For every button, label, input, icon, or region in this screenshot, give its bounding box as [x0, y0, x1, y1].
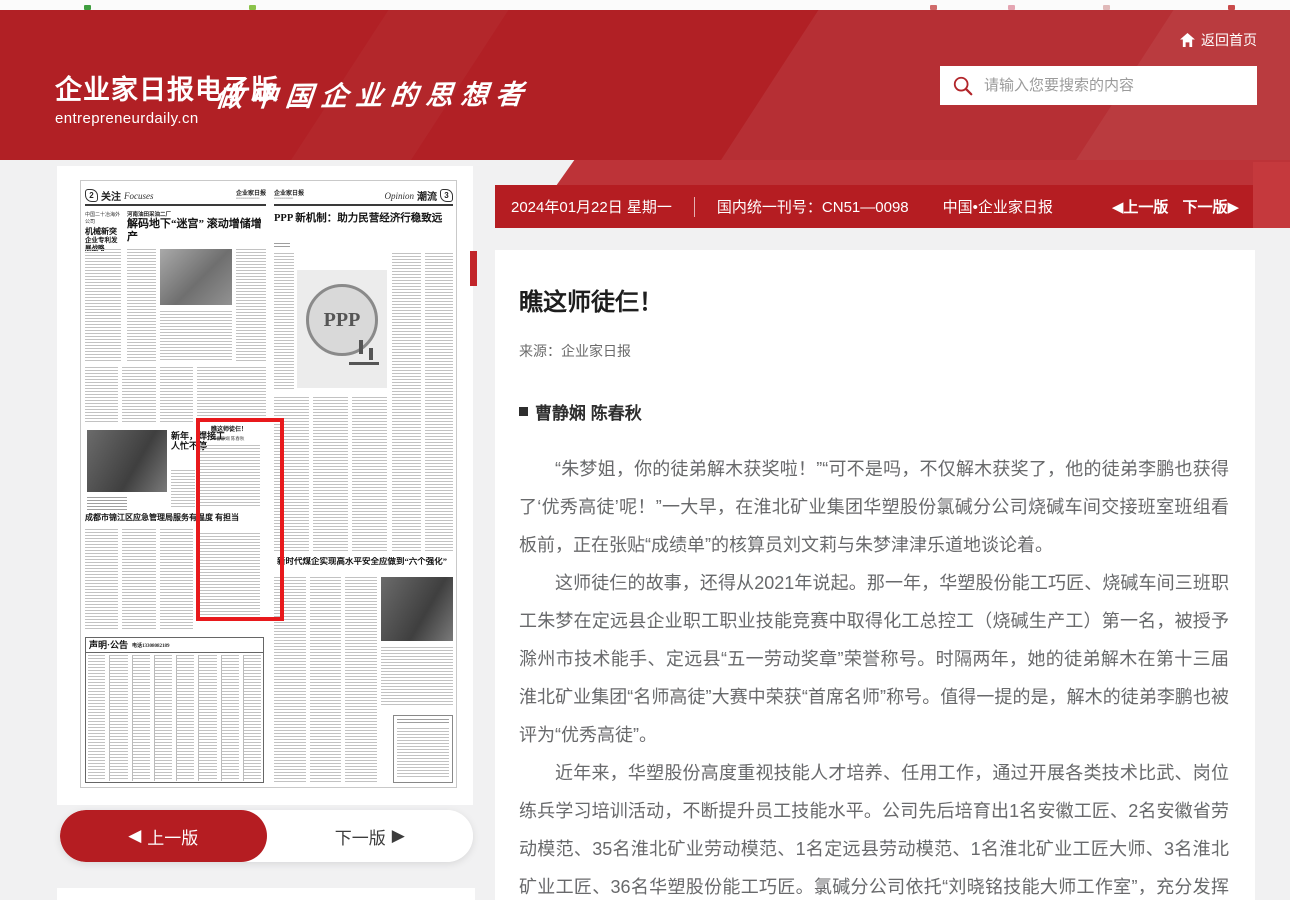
home-link[interactable]: 返回首页: [1180, 30, 1257, 50]
ppp-illustration: PPP: [297, 270, 387, 388]
prev-page-label: 上一版: [1123, 199, 1168, 216]
masthead: 企业家日报▪▪▪▪▪▪▪▪▪▪▪▪▪▪▪▪▪▪▪▪▪▪: [236, 191, 266, 201]
section-title: 潮流: [417, 188, 437, 203]
welding-photo: [87, 430, 167, 492]
text-column: [127, 249, 156, 361]
text-columns: [274, 397, 387, 551]
author-names: 曹静娴 陈春秋: [535, 399, 642, 424]
article-body: “朱梦姐，你的徒弟解木获奖啦！”“可不是吗，不仅解木获奖了，他的徒弟李鹏也获得了…: [519, 450, 1229, 900]
train-photo: [381, 577, 453, 641]
next-page-label: 下一版: [1182, 199, 1227, 216]
date-bar: 2024年01月22日 星期一 国内统一刊号：CN51—0098 中国•企业家日…: [495, 185, 1253, 228]
next-page-button[interactable]: 下一版 ▶: [267, 810, 474, 862]
text-column: [171, 470, 195, 508]
article-title: 瞧这师徒仨！: [519, 282, 1229, 317]
section-title: 关注: [101, 188, 121, 203]
figure-silhouette: [359, 340, 363, 354]
notice-phone: 电话13308082189: [132, 642, 170, 649]
article-paragraph: 这师徒仨的故事，还得从2021年说起。那一年，华塑股份能工巧匠、烧碱车间三班职工…: [519, 564, 1229, 754]
next-page-icon: ▶: [392, 826, 405, 846]
masthead: 企业家日报▪▪▪▪▪▪▪▪▪▪▪▪▪▪▪▪▪▪: [274, 191, 304, 201]
site-header: 企业家日报电子版 entrepreneurdaily.cn 做中国企业的思想者 …: [0, 10, 1290, 160]
browser-strip: [0, 0, 1290, 10]
favicon-mark: [1228, 5, 1235, 10]
notice-box: 声明·公告 电话13308082189: [85, 637, 264, 783]
site-slogan: 做中国企业的思想者: [214, 73, 533, 115]
small-headline: [87, 497, 127, 511]
next-page-icon: ▶: [1227, 199, 1239, 216]
text-columns: [392, 253, 453, 551]
section-title-en: Focuses: [124, 191, 154, 201]
article-highlight-box[interactable]: [196, 418, 284, 621]
favicon-mark: [1103, 5, 1110, 10]
favicon-mark: [249, 5, 256, 10]
figure-silhouette: [349, 362, 379, 365]
article-source: 来源：企业家日报: [519, 341, 1229, 361]
search-input[interactable]: [984, 77, 1245, 94]
page-number-badge: 3: [440, 189, 453, 202]
article-paragraph: “朱梦姐，你的徒弟解木获奖啦！”“可不是吗，不仅解木获奖了，他的徒弟李鹏也获得了…: [519, 450, 1229, 564]
article-panel: 瞧这师徒仨！ 来源：企业家日报 曹静娴 陈春秋 “朱梦姐，你的徒弟解木获奖啦！”…: [495, 250, 1255, 900]
prev-page-button-label: 上一版: [147, 824, 198, 849]
home-link-label: 返回首页: [1201, 30, 1257, 50]
thumbnail-page-3: 企业家日报▪▪▪▪▪▪▪▪▪▪▪▪▪▪▪▪▪▪ Opinion 潮流 3 PPP…: [274, 185, 453, 783]
news-photo: [160, 249, 232, 305]
headline: PPP 新机制：助力民营经济行稳致远: [274, 213, 453, 225]
text-column: [197, 367, 266, 419]
issue-number: 国内统一刊号：CN51—0098: [717, 196, 909, 217]
text-column: [160, 311, 232, 361]
page-pager: ◀ 上一版 下一版 ▶: [60, 810, 473, 862]
favicon-mark: [84, 5, 91, 10]
separator: [694, 197, 695, 217]
header-corner-band: [556, 160, 1290, 186]
article-paragraph: 近年来，华塑股份高度重视技能人才培养、任用工作，通过开展各类技术比武、岗位练兵学…: [519, 754, 1229, 900]
page-preview-panel: 2 关注 Focuses 企业家日报▪▪▪▪▪▪▪▪▪▪▪▪▪▪▪▪▪▪▪▪▪▪…: [57, 166, 473, 805]
text-column: [85, 249, 121, 361]
ppp-coin: PPP: [306, 284, 378, 356]
page-number-badge: 2: [85, 189, 98, 202]
kicker: 河南油田采油二厂: [127, 210, 265, 218]
low-headline: 新时代煤企实现高水平安全应做到“六个强化”: [277, 557, 453, 567]
figure-silhouette: [369, 348, 373, 360]
text-column: [274, 253, 294, 391]
classified-columns: [88, 655, 261, 781]
headline: 解码地下“迷宫” 滚动增储增产: [127, 218, 266, 243]
newspaper-thumbnail[interactable]: 2 关注 Focuses 企业家日报▪▪▪▪▪▪▪▪▪▪▪▪▪▪▪▪▪▪▪▪▪▪…: [80, 180, 457, 788]
prev-page-link[interactable]: ◀上一版: [1112, 196, 1169, 217]
text-column: [381, 647, 453, 707]
section-title-en: Opinion: [384, 191, 414, 201]
favicon-mark: [930, 5, 937, 10]
article-authors: 曹静娴 陈春秋: [519, 399, 1229, 424]
text-columns: [85, 367, 193, 423]
side-article: 中国二十冶海外公司 机械新突 企业专利发展战略: [85, 211, 121, 252]
secondary-panel: [57, 888, 475, 900]
next-page-link[interactable]: 下一版▶: [1182, 196, 1239, 217]
author-bullet: [519, 407, 528, 416]
byline: [274, 243, 290, 248]
notice-title: 声明·公告: [89, 640, 128, 650]
paper-name: 中国•企业家日报: [943, 196, 1053, 217]
header-corner-band: [1253, 162, 1290, 228]
text-columns: [274, 577, 377, 783]
favicon-mark: [1008, 5, 1015, 10]
search-box: [940, 66, 1257, 105]
prev-page-icon: ◀: [1112, 199, 1124, 216]
search-icon: [952, 75, 974, 97]
small-box: [393, 715, 453, 783]
prev-page-button[interactable]: ◀ 上一版: [60, 810, 267, 862]
red-marker-bar: [470, 251, 477, 286]
issue-date: 2024年01月22日 星期一: [511, 196, 672, 217]
next-page-button-label: 下一版: [335, 824, 386, 849]
text-column: [236, 249, 266, 361]
prev-page-icon: ◀: [128, 826, 141, 846]
text-columns: [85, 529, 193, 629]
home-icon: [1180, 33, 1195, 47]
